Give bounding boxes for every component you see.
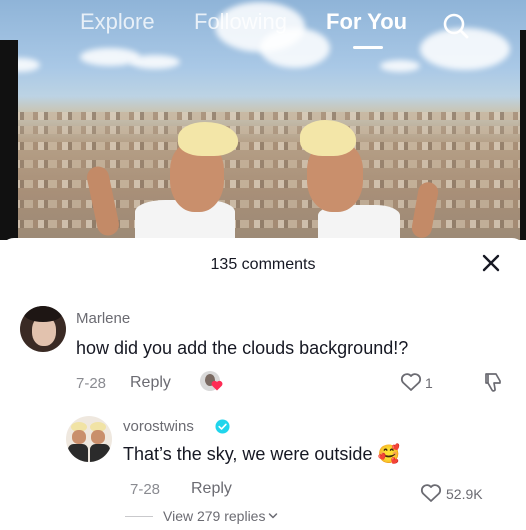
- comment-date: 7-28: [76, 375, 107, 392]
- avatar[interactable]: [66, 416, 112, 462]
- comment-count: 135 comments: [210, 256, 316, 273]
- close-icon[interactable]: [480, 252, 502, 274]
- search-icon[interactable]: [442, 12, 470, 40]
- active-tab-indicator: [353, 46, 383, 49]
- video-background[interactable]: Explore Following For You: [0, 0, 526, 240]
- like-count: 52.9K: [446, 486, 483, 502]
- video-edge: [520, 30, 526, 240]
- comments-sheet: 135 comments Marlene how did you add the…: [0, 238, 526, 530]
- verified-badge-icon: [215, 419, 230, 434]
- comment-username[interactable]: vorostwins: [123, 418, 194, 435]
- video-edge: [0, 40, 18, 240]
- avatar[interactable]: [20, 306, 66, 352]
- dislike-icon[interactable]: [483, 371, 503, 393]
- view-replies-button[interactable]: View 279 replies: [125, 508, 278, 524]
- comment-text: how did you add the clouds background!?: [76, 338, 409, 358]
- like-count: 1: [425, 375, 433, 391]
- tab-following[interactable]: Following: [194, 9, 287, 35]
- tab-explore[interactable]: Explore: [80, 9, 155, 35]
- comment-text: That’s the sky, we were outside 🥰: [123, 444, 400, 464]
- heart-icon: [211, 380, 223, 391]
- like-icon[interactable]: [400, 372, 422, 392]
- divider: [125, 515, 153, 517]
- reply-button[interactable]: Reply: [191, 480, 232, 498]
- like-icon[interactable]: [420, 483, 442, 503]
- comment-username[interactable]: Marlene: [76, 310, 130, 327]
- comment-date: 7-28: [130, 481, 161, 498]
- reply-button[interactable]: Reply: [130, 374, 171, 392]
- chevron-down-icon: [269, 513, 278, 519]
- view-replies-label: View 279 replies: [163, 508, 266, 524]
- top-nav: Explore Following For You: [0, 6, 526, 49]
- tab-for-you[interactable]: For You: [326, 9, 407, 35]
